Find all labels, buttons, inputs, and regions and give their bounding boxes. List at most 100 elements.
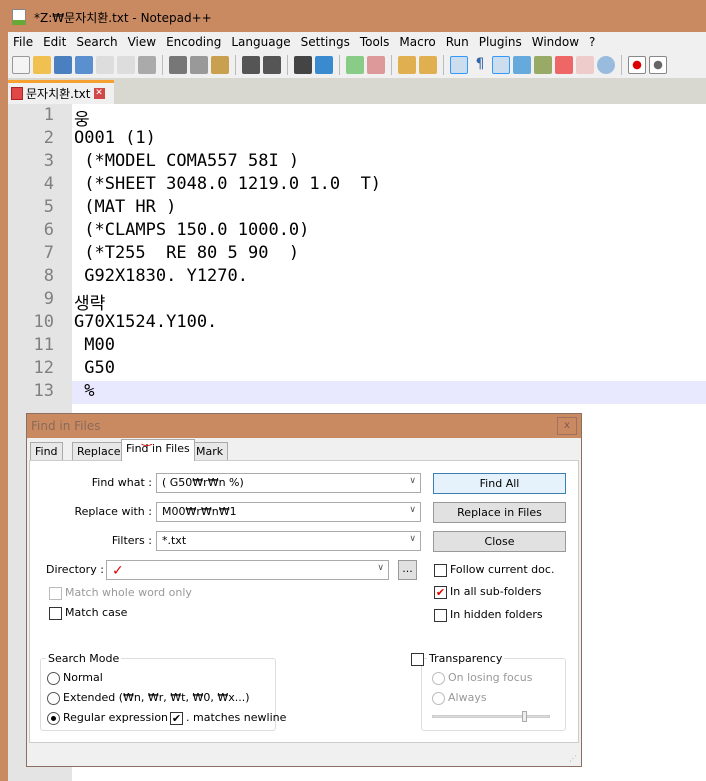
regex-radio[interactable] [47, 712, 60, 725]
paste-icon[interactable] [211, 56, 229, 74]
menu-window[interactable]: Window [527, 35, 584, 49]
extended-radio[interactable] [47, 692, 60, 705]
menu-plugins[interactable]: Plugins [474, 35, 527, 49]
always-radio[interactable] [432, 692, 445, 705]
code-line[interactable]: 생략 [74, 289, 105, 314]
menu-help[interactable]: ? [584, 35, 600, 49]
stop-macro-icon[interactable] [649, 56, 667, 74]
dialog-close-button[interactable]: x [557, 417, 577, 435]
sub-folders-checkbox[interactable]: ✔ [434, 586, 447, 599]
menu-tools[interactable]: Tools [355, 35, 395, 49]
replace-icon[interactable] [315, 56, 333, 74]
replace-with-input[interactable]: M00₩r₩n₩1 ∨ [156, 502, 421, 522]
matches-newline-checkbox[interactable]: ✔ [170, 712, 183, 725]
save-icon[interactable] [54, 56, 72, 74]
replace-in-files-button[interactable]: Replace in Files [433, 502, 566, 523]
copy-icon[interactable] [190, 56, 208, 74]
code-line[interactable]: (MAT HR ) [74, 197, 176, 217]
menu-file[interactable]: File [8, 35, 38, 49]
save-all-icon[interactable] [75, 56, 93, 74]
chevron-down-icon[interactable]: ∨ [409, 476, 416, 486]
file-tab[interactable]: 문자치환.txt ✕ [8, 80, 114, 104]
menu-edit[interactable]: Edit [38, 35, 71, 49]
indent-guide-icon[interactable] [492, 56, 510, 74]
tab-find-in-files[interactable]: Find in Files [121, 439, 195, 461]
hidden-folders-label: In hidden folders [450, 608, 543, 621]
close-button[interactable]: Close [433, 531, 566, 552]
record-macro-icon[interactable] [628, 56, 646, 74]
hidden-folders-checkbox[interactable] [434, 609, 447, 622]
close-all-icon[interactable] [117, 56, 135, 74]
redo-icon[interactable] [263, 56, 281, 74]
zoom-in-icon[interactable] [346, 56, 364, 74]
chevron-down-icon[interactable]: ∨ [409, 505, 416, 515]
directory-input[interactable]: ✓ ∨ [106, 560, 389, 580]
toolbar-separator [621, 55, 622, 75]
code-line[interactable]: (*T255 RE 80 5 90 ) [74, 243, 299, 263]
open-file-icon[interactable] [33, 56, 51, 74]
zoom-out-icon[interactable] [367, 56, 385, 74]
directory-label: Directory : [46, 563, 104, 576]
tab-replace[interactable]: Replace [72, 442, 126, 460]
code-line[interactable]: G70X1524.Y100. [74, 312, 217, 332]
line-number: 5 [43, 197, 54, 217]
match-whole-word-checkbox[interactable] [49, 587, 62, 600]
menu-settings[interactable]: Settings [296, 35, 355, 49]
code-line[interactable]: G92X1830. Y1270. [74, 266, 248, 286]
chevron-down-icon[interactable]: ∨ [377, 563, 384, 573]
follow-current-doc-checkbox[interactable] [434, 564, 447, 577]
window-title: *Z:₩문자치환.txt - Notepad++ [34, 11, 212, 25]
red-checkmark-annotation: ✓ [112, 563, 124, 579]
browse-directory-button[interactable]: ... [398, 560, 417, 580]
code-line[interactable]: O001 (1) [74, 128, 156, 148]
show-all-chars-icon[interactable]: ¶ [471, 56, 489, 74]
menu-macro[interactable]: Macro [394, 35, 440, 49]
print-icon[interactable] [138, 56, 156, 74]
find-all-button[interactable]: Find All [433, 473, 566, 494]
code-line[interactable]: M00 [74, 335, 115, 355]
udl-icon[interactable] [513, 56, 531, 74]
chevron-down-icon[interactable]: ∨ [409, 534, 416, 544]
doc-map-icon[interactable] [534, 56, 552, 74]
close-tab-icon[interactable]: ✕ [93, 88, 105, 99]
folder-workspace-icon[interactable] [576, 56, 594, 74]
code-line[interactable]: (*SHEET 3048.0 1219.0 1.0 T) [74, 174, 381, 194]
menu-bar: File Edit Search View Encoding Language … [8, 32, 706, 52]
on-losing-focus-radio[interactable] [432, 672, 445, 685]
match-case-checkbox[interactable] [49, 607, 62, 620]
resize-grip-icon[interactable]: ⋰ [569, 754, 577, 763]
find-icon[interactable] [294, 56, 312, 74]
menu-run[interactable]: Run [441, 35, 474, 49]
sync-vertical-icon[interactable] [398, 56, 416, 74]
menu-view[interactable]: View [123, 35, 161, 49]
line-number: 1 [43, 105, 54, 125]
menu-encoding[interactable]: Encoding [161, 35, 226, 49]
slider-thumb[interactable] [522, 711, 528, 722]
undo-icon[interactable] [242, 56, 260, 74]
code-line[interactable]: (*CLAMPS 150.0 1000.0) [74, 220, 309, 240]
menu-language[interactable]: Language [226, 35, 295, 49]
code-line[interactable]: % [74, 381, 94, 401]
code-line[interactable]: G50 [74, 358, 115, 378]
function-list-icon[interactable] [555, 56, 573, 74]
sync-horizontal-icon[interactable] [419, 56, 437, 74]
tab-mark[interactable]: Mark [191, 442, 229, 460]
close-icon[interactable] [96, 56, 114, 74]
tab-find[interactable]: Find [30, 442, 63, 460]
transparency-checkbox[interactable] [411, 653, 424, 666]
code-line[interactable]: 웅 [74, 105, 90, 130]
new-file-icon[interactable] [12, 56, 30, 74]
transparency-slider[interactable] [432, 711, 550, 722]
find-what-input[interactable]: ( G50₩r₩n %) ∨ [156, 473, 421, 493]
match-whole-word-label: Match whole word only [65, 586, 192, 599]
dialog-title: Find in Files [27, 414, 581, 438]
normal-radio[interactable] [47, 672, 60, 685]
line-number: 6 [43, 220, 54, 240]
monitoring-eye-icon[interactable] [597, 56, 615, 74]
filters-input[interactable]: *.txt ∨ [156, 531, 421, 551]
cut-icon[interactable] [169, 56, 187, 74]
menu-search[interactable]: Search [71, 35, 122, 49]
line-number: 9 [43, 289, 54, 309]
word-wrap-icon[interactable] [450, 56, 468, 74]
code-line[interactable]: (*MODEL COMA557 58I ) [74, 151, 299, 171]
